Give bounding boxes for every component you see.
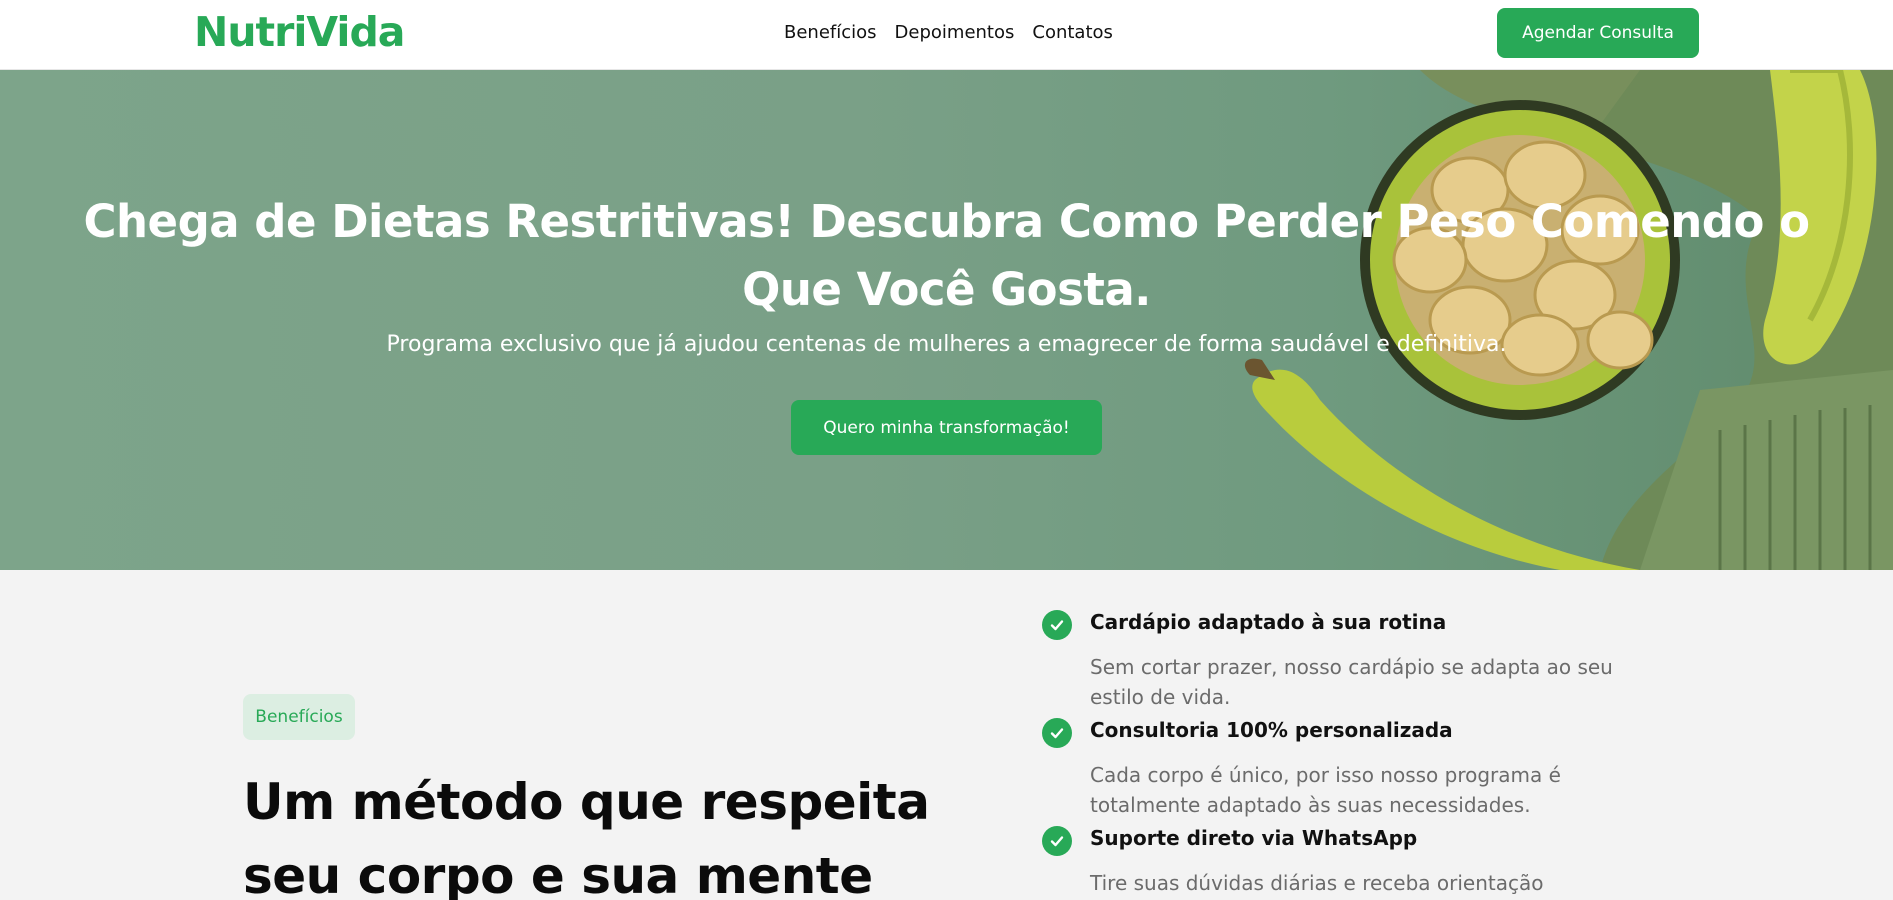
nav-link-contatos[interactable]: Contatos xyxy=(1032,22,1113,43)
hero-section: Chega de Dietas Restritivas! Descubra Co… xyxy=(0,70,1893,570)
benefit-description: Sem cortar prazer, nosso cardápio se ada… xyxy=(1090,655,1613,709)
nav-link-beneficios[interactable]: Benefícios xyxy=(784,22,877,43)
site-header: NutriVida Benefícios Depoimentos Contato… xyxy=(0,0,1893,70)
benefit-title: Consultoria 100% personalizada xyxy=(1090,718,1453,742)
check-icon xyxy=(1042,610,1072,640)
main-nav: Benefícios Depoimentos Contatos xyxy=(784,22,1113,43)
benefit-description: Cada corpo é único, por isso nosso progr… xyxy=(1090,763,1561,817)
benefit-title: Suporte direto via WhatsApp xyxy=(1090,826,1418,850)
benefit-description: Tire suas dúvidas diárias e receba orien… xyxy=(1090,871,1544,895)
section-title: Um método que respeita seu corpo e sua m… xyxy=(243,773,930,900)
check-icon xyxy=(1042,718,1072,748)
schedule-consultation-button[interactable]: Agendar Consulta xyxy=(1497,8,1699,58)
benefit-title: Cardápio adaptado à sua rotina xyxy=(1090,610,1447,634)
nav-link-depoimentos[interactable]: Depoimentos xyxy=(895,22,1015,43)
hero-headline: Chega de Dietas Restritivas! Descubra Co… xyxy=(83,195,1810,316)
brand-logo[interactable]: NutriVida xyxy=(194,8,405,56)
hero-subtitle: Programa exclusivo que já ajudou centena… xyxy=(386,332,1507,357)
check-icon xyxy=(1042,826,1072,856)
section-badge: Benefícios xyxy=(243,694,355,740)
transformation-button[interactable]: Quero minha transformação! xyxy=(791,400,1102,455)
